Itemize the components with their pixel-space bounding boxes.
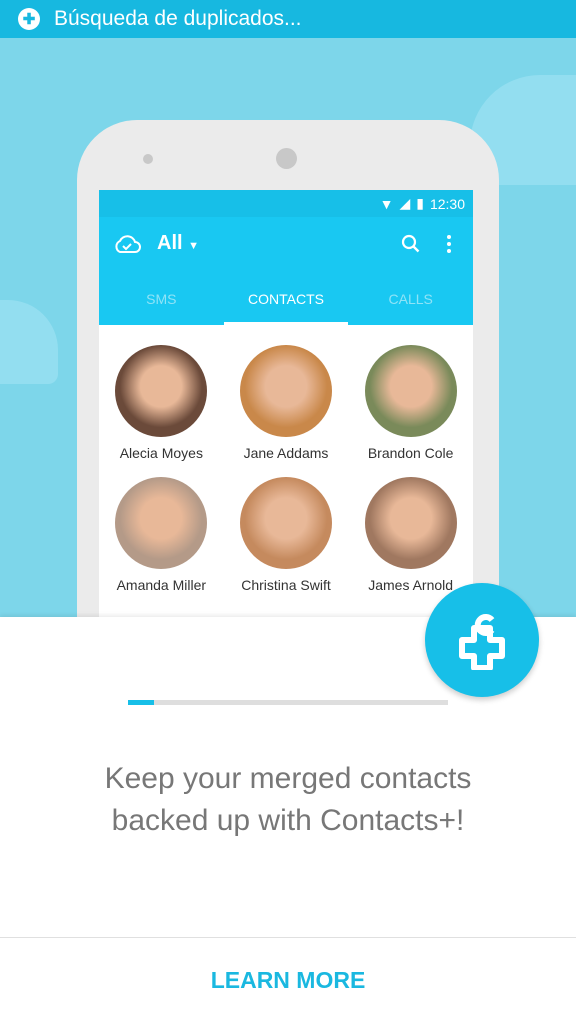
contacts-plus-fab[interactable] [425, 583, 539, 697]
phone-camera [276, 148, 297, 169]
wifi-icon: ▼ [379, 195, 394, 212]
notification-title: Búsqueda de duplicados... [54, 7, 302, 30]
status-time: 12:30 [429, 195, 465, 212]
contacts-plus-logo-icon [459, 614, 505, 670]
dropdown-arrow-icon: ▼ [188, 240, 200, 252]
avatar [364, 345, 457, 437]
phone-screen: ▼ ◢ ▮ 12:30 All ▼ SMS CONTACTS CALLS Ale… [99, 190, 473, 620]
avatar [115, 345, 208, 437]
filter-dropdown[interactable]: All ▼ [157, 232, 199, 255]
contact-card[interactable]: Brandon Cole [348, 345, 473, 461]
onboarding-message: Keep your merged contacts backed up with… [104, 762, 472, 837]
app-toolbar: All ▼ [99, 217, 473, 270]
avatar [239, 345, 332, 437]
signal-icon: ◢ [399, 195, 411, 211]
progress-fill [128, 700, 154, 705]
tab-sms[interactable]: SMS [99, 270, 224, 325]
cloud-check-icon[interactable] [113, 234, 141, 254]
contact-name: Brandon Cole [367, 445, 454, 461]
contact-card[interactable]: James Arnold [348, 477, 473, 593]
avatar [115, 477, 208, 569]
tab-calls[interactable]: CALLS [348, 270, 473, 325]
contact-name: Amanda Miller [116, 577, 207, 593]
phone-sensor [143, 154, 153, 164]
divider [0, 937, 576, 938]
progress-bar [128, 700, 448, 705]
contact-name: Alecia Moyes [119, 445, 203, 461]
contact-card[interactable]: Christina Swift [224, 477, 349, 593]
phone-status-bar: ▼ ◢ ▮ 12:30 [99, 190, 473, 217]
battery-icon: ▮ [416, 195, 424, 211]
contacts-plus-logo-icon: ✚ [18, 8, 40, 30]
contact-card[interactable]: Amanda Miller [99, 477, 224, 593]
contact-name: Christina Swift [241, 577, 331, 593]
notification-bar: ✚ Búsqueda de duplicados... [0, 0, 576, 38]
avatar [239, 477, 332, 569]
contact-card[interactable]: Jane Addams [224, 345, 349, 461]
more-vert-icon[interactable] [439, 234, 459, 254]
tab-contacts[interactable]: CONTACTS [223, 270, 349, 325]
contacts-grid: Alecia Moyes Jane Addams Brandon Cole Amand… [99, 325, 473, 593]
tab-bar: SMS CONTACTS CALLS [99, 270, 473, 325]
cloud-decoration [0, 300, 58, 384]
learn-more-button[interactable]: LEARN MORE [0, 967, 576, 994]
search-icon[interactable] [401, 234, 421, 254]
contact-name: Jane Addams [243, 445, 329, 461]
contact-card[interactable]: Alecia Moyes [99, 345, 224, 461]
avatar [364, 477, 457, 569]
